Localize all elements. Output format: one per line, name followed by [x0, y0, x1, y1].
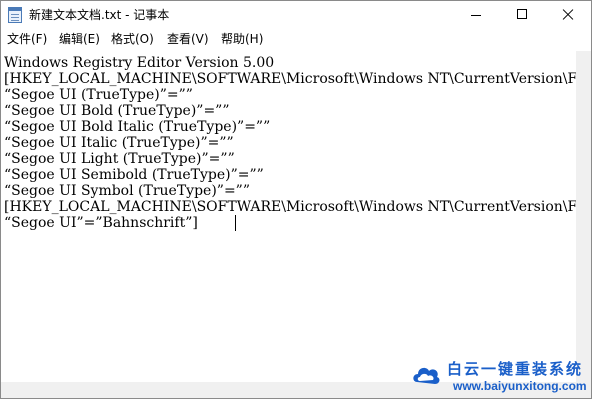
- menu-help[interactable]: 帮助(H): [221, 31, 263, 47]
- maximize-button[interactable]: [499, 1, 545, 29]
- watermark-url: www.baiyunxitong.com: [453, 379, 587, 393]
- notepad-icon: [8, 7, 22, 23]
- maximize-icon: [517, 9, 527, 19]
- text-line: [HKEY_LOCAL_MACHINE\SOFTWARE\Microsoft\W…: [4, 71, 576, 87]
- text-line: “Segoe UI”=”Bahnschrift”]: [4, 215, 198, 231]
- close-button[interactable]: [545, 1, 591, 29]
- text-line: [HKEY_LOCAL_MACHINE\SOFTWARE\Microsoft\W…: [4, 199, 576, 215]
- menu-bar: 文件(F) 编辑(E) 格式(O) 查看(V) 帮助(H): [1, 29, 591, 49]
- text-editor[interactable]: Windows Registry Editor Version 5.00 [HK…: [1, 51, 576, 382]
- text-line: “Segoe UI (TrueType)”=””: [4, 87, 193, 103]
- title-bar[interactable]: 新建文本文档.txt - 记事本: [1, 1, 591, 29]
- text-line: “Segoe UI Light (TrueType)”=””: [4, 151, 235, 167]
- minimize-icon: [471, 15, 481, 16]
- text-line: “Segoe UI Symbol (TrueType)”=””: [4, 183, 250, 199]
- close-icon: [561, 8, 575, 22]
- watermark-title: 白云一键重装系统: [447, 360, 584, 378]
- notepad-window: 新建文本文档.txt - 记事本 文件(F) 编辑(E) 格式(O) 查看(V)…: [0, 0, 592, 399]
- text-line: “Segoe UI Italic (TrueType)”=””: [4, 135, 234, 151]
- text-line: “Segoe UI Bold Italic (TrueType)”=””: [4, 119, 271, 135]
- menu-view[interactable]: 查看(V): [167, 31, 209, 47]
- menu-edit[interactable]: 编辑(E): [59, 31, 100, 47]
- menu-format[interactable]: 格式(O): [111, 31, 154, 47]
- text-line: “Segoe UI Semibold (TrueType)”=””: [4, 167, 264, 183]
- text-line: Windows Registry Editor Version 5.00: [4, 55, 275, 71]
- minimize-button[interactable]: [453, 1, 499, 29]
- text-line: “Segoe UI Bold (TrueType)”=””: [4, 103, 230, 119]
- watermark: 白云一键重装系统 www.baiyunxitong.com: [411, 356, 589, 396]
- menu-file[interactable]: 文件(F): [7, 31, 47, 47]
- cloud-logo-icon: [413, 367, 440, 384]
- window-title: 新建文本文档.txt - 记事本: [29, 8, 170, 22]
- text-caret: [235, 215, 236, 231]
- vertical-scrollbar[interactable]: [576, 51, 591, 382]
